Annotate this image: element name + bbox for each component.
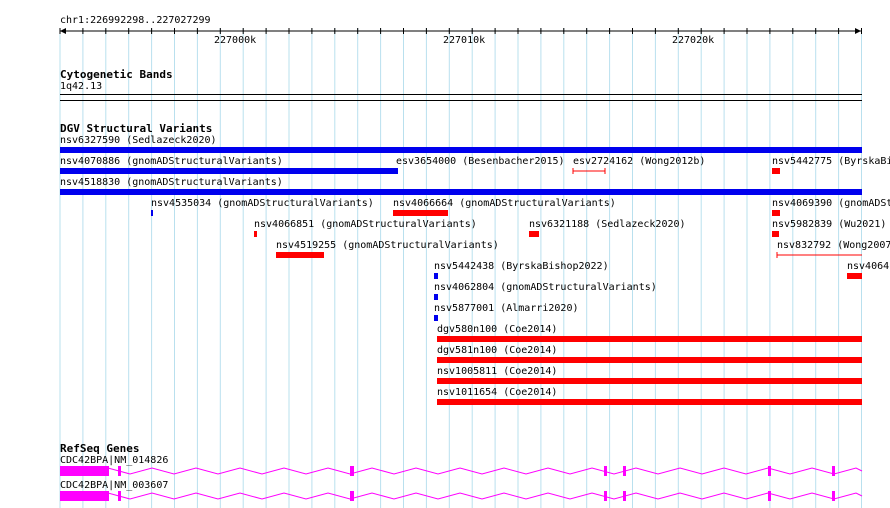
gene-exon	[832, 491, 835, 501]
gene-exon	[350, 466, 354, 476]
gene-exon	[832, 466, 835, 476]
gene-exon	[623, 466, 626, 476]
gene-intron	[107, 492, 863, 500]
gene-exon	[768, 466, 771, 476]
gene-exon	[350, 491, 354, 501]
gene-exon	[60, 491, 109, 501]
gene-exon	[604, 466, 607, 476]
gene-models[interactable]	[0, 0, 890, 508]
gene-intron	[107, 467, 863, 475]
gene-exon	[604, 491, 607, 501]
gene-exon	[118, 466, 121, 476]
gene-exon	[60, 466, 109, 476]
gene-exon	[768, 491, 771, 501]
gene-exon	[623, 491, 626, 501]
genome-browser-view[interactable]: chr1:226992298..227027299 227000k 227010…	[0, 0, 890, 508]
gene-exon	[118, 491, 121, 501]
